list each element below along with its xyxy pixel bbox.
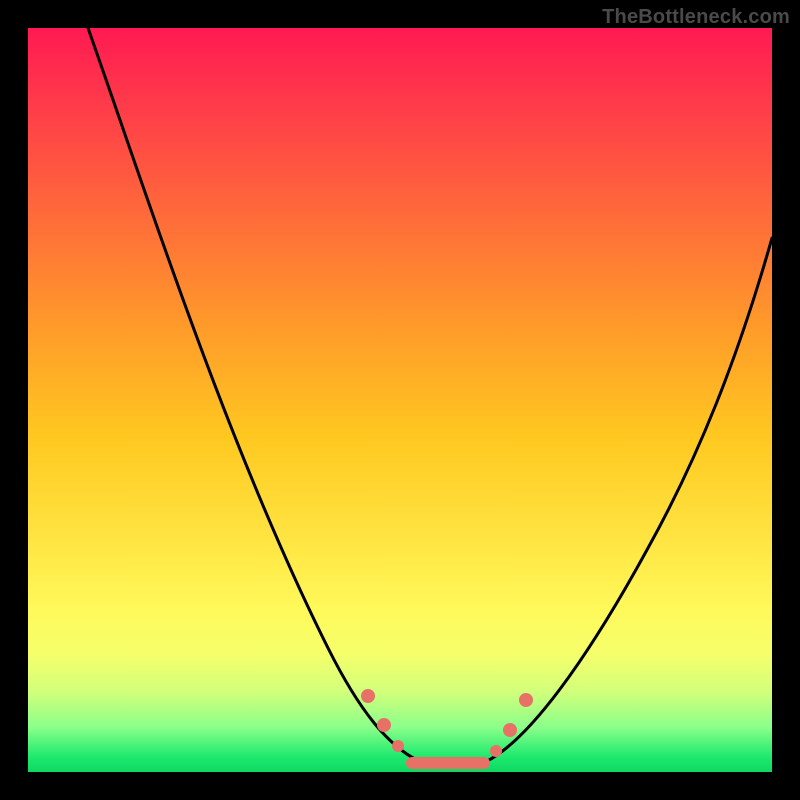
curve-marker <box>519 693 533 707</box>
curve-flat-region <box>406 757 490 769</box>
curve-marker <box>361 689 375 703</box>
plot-area <box>28 28 772 772</box>
curve-marker <box>392 740 404 752</box>
curve-marker <box>490 745 502 757</box>
chart-frame: TheBottleneck.com <box>0 0 800 800</box>
watermark-text: TheBottleneck.com <box>602 6 790 29</box>
bottleneck-curve <box>28 28 772 772</box>
curve-marker <box>377 718 391 732</box>
curve-marker <box>503 723 517 737</box>
